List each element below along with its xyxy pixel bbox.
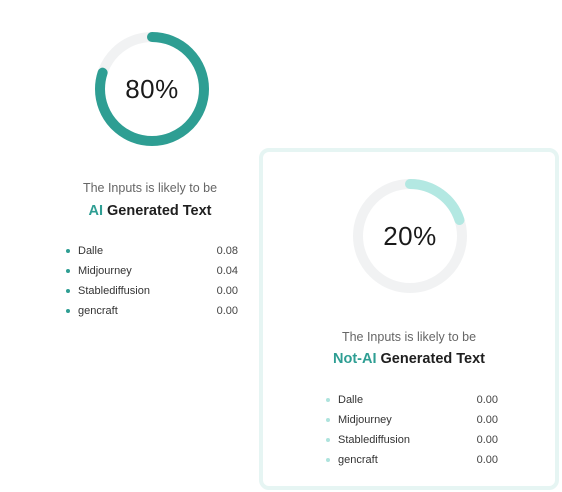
- list-item: Stablediffusion 0.00: [326, 430, 498, 450]
- model-score: 0.00: [476, 394, 498, 406]
- model-name: gencraft: [338, 454, 378, 466]
- model-score: 0.08: [216, 245, 238, 257]
- ai-likely-text: The Inputs is likely to be: [82, 181, 218, 195]
- model-name: Dalle: [78, 245, 104, 257]
- bullet-dot-icon: [326, 438, 330, 442]
- list-item: Dalle 0.08: [66, 241, 238, 261]
- bullet-dot-icon: [66, 269, 70, 273]
- model-name: Stablediffusion: [338, 434, 410, 446]
- list-item: gencraft 0.00: [326, 450, 498, 470]
- list-item: Dalle 0.00: [326, 390, 498, 410]
- not-ai-verdict-rest: Generated Text: [376, 351, 486, 367]
- detection-results: 80% The Inputs is likely to be AI Genera…: [0, 0, 562, 492]
- ai-result-panel: 80% The Inputs is likely to be AI Genera…: [0, 0, 300, 340]
- bullet-dot-icon: [326, 458, 330, 462]
- model-score: 0.00: [476, 434, 498, 446]
- ai-model-list: Dalle 0.08 Midjourney 0.04 Stablediffusi…: [66, 241, 238, 321]
- not-ai-likely-text: The Inputs is likely to be: [341, 330, 477, 344]
- model-name: Midjourney: [338, 414, 392, 426]
- model-name: Midjourney: [78, 265, 132, 277]
- list-item: gencraft 0.00: [66, 301, 238, 321]
- not-ai-verdict-accent: Not-AI: [332, 351, 377, 367]
- model-score: 0.04: [216, 265, 238, 277]
- bullet-dot-icon: [66, 249, 70, 253]
- model-name: Dalle: [338, 394, 364, 406]
- model-score: 0.00: [216, 285, 238, 297]
- ai-verdict: AI Generated Text: [0, 203, 300, 219]
- not-ai-percent-label: 20%: [383, 220, 437, 251]
- not-ai-result-card: 20% The Inputs is likely to be Not-AI Ge…: [259, 148, 559, 490]
- ai-verdict-accent: AI: [88, 203, 103, 219]
- not-ai-verdict: Not-AI Generated Text: [263, 351, 555, 367]
- bullet-dot-icon: [326, 418, 330, 422]
- list-item: Stablediffusion 0.00: [66, 281, 238, 301]
- model-score: 0.00: [216, 305, 238, 317]
- not-ai-model-list: Dalle 0.00 Midjourney 0.00 Stablediffusi…: [326, 390, 498, 470]
- ai-progress-ring: 80%: [93, 30, 211, 148]
- model-score: 0.00: [476, 414, 498, 426]
- model-name: Stablediffusion: [78, 285, 150, 297]
- list-item: Midjourney 0.04: [66, 261, 238, 281]
- ai-percent-label: 80%: [125, 73, 179, 104]
- bullet-dot-icon: [66, 309, 70, 313]
- bullet-dot-icon: [66, 289, 70, 293]
- bullet-dot-icon: [326, 398, 330, 402]
- ai-verdict-rest: Generated Text: [102, 203, 212, 219]
- not-ai-progress-ring: 20%: [351, 177, 469, 295]
- list-item: Midjourney 0.00: [326, 410, 498, 430]
- model-name: gencraft: [78, 305, 118, 317]
- model-score: 0.00: [476, 454, 498, 466]
